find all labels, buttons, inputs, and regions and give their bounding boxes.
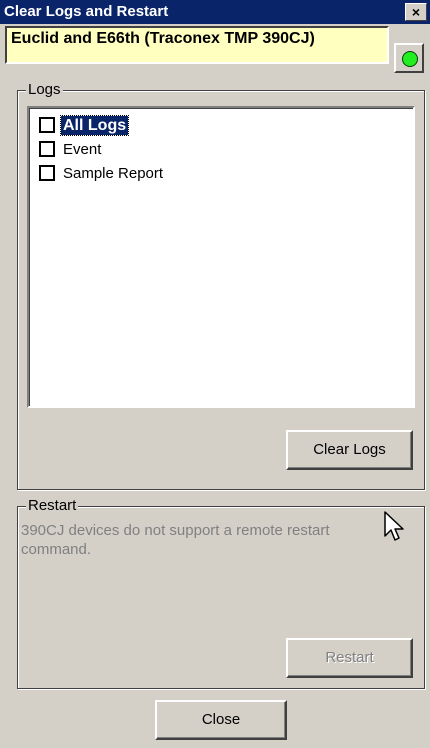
checkbox-event[interactable] — [39, 141, 55, 157]
status-led-icon — [402, 51, 418, 67]
log-item-label: Sample Report — [63, 164, 164, 182]
logs-group: Logs All Logs Event Sample Report Clear … — [17, 82, 425, 490]
restart-message: 390CJ devices do not support a remote re… — [21, 522, 330, 558]
logs-group-label: Logs — [26, 81, 63, 98]
restart-group: Restart 390CJ devices do not support a r… — [17, 498, 425, 689]
log-item-event[interactable]: Event — [29, 137, 413, 161]
log-item-all-logs[interactable]: All Logs — [29, 113, 413, 137]
window-close-button[interactable]: × — [405, 3, 427, 21]
device-status-button[interactable] — [394, 43, 424, 73]
log-item-label: All Logs — [59, 114, 130, 136]
clear-logs-button[interactable]: Clear Logs — [286, 430, 413, 470]
title-bar: Clear Logs and Restart × — [0, 0, 430, 24]
checkbox-sample-report[interactable] — [39, 165, 55, 181]
window-title: Clear Logs and Restart — [4, 3, 169, 20]
restart-button[interactable]: Restart — [286, 638, 413, 678]
device-name-text: Euclid and E66th (Traconex TMP 390CJ) — [11, 30, 315, 47]
log-item-sample-report[interactable]: Sample Report — [29, 161, 413, 185]
mouse-pointer-icon — [384, 511, 404, 541]
log-item-label: Event — [63, 140, 102, 158]
restart-group-label: Restart — [26, 497, 79, 514]
checkbox-all-logs[interactable] — [39, 117, 55, 133]
logs-checklist[interactable]: All Logs Event Sample Report — [27, 106, 415, 408]
close-button[interactable]: Close — [155, 700, 287, 740]
device-name-field: Euclid and E66th (Traconex TMP 390CJ) — [5, 26, 389, 64]
